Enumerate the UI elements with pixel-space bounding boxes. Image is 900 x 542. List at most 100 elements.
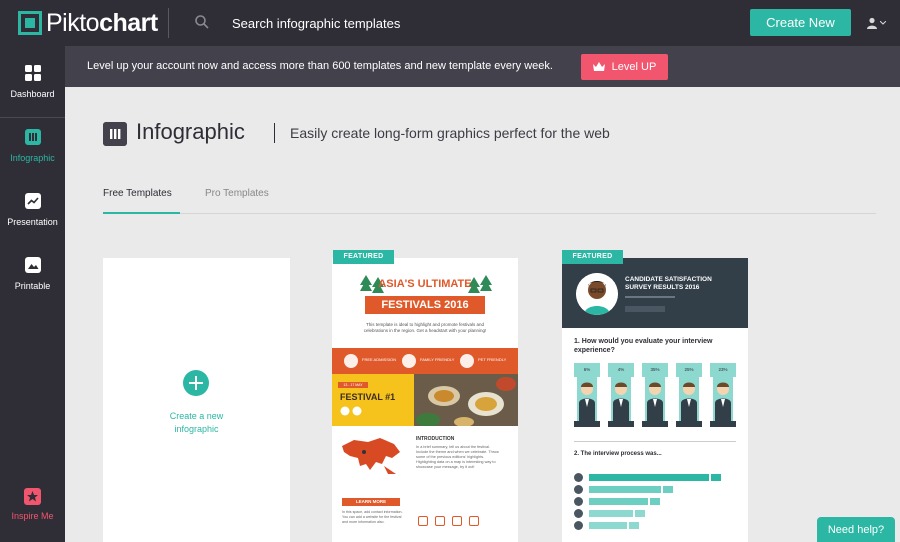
need-help-button[interactable]: Need help? [817,517,895,542]
answer-value-tag [635,510,645,517]
plus-icon [183,370,209,396]
search-input[interactable] [222,12,622,34]
learn-more-label: LEARN MORE [342,498,400,506]
answer-icon [574,509,583,518]
answer-bar [589,510,633,517]
featured-badge: FEATURED [333,250,394,264]
festival-date: 13 - 17 MAY [338,382,368,388]
active-tab-indicator [103,212,180,214]
template-description: This template is ideal to highlight and … [363,322,487,333]
sidebar-item-label: Presentation [7,217,58,227]
upgrade-banner: Level up your account now and access mor… [65,46,900,87]
twitter-icon [435,516,445,526]
template-title-line1: ASIA'S ULTIMATE [378,278,472,290]
infographic-icon [24,129,41,145]
tabs-divider [103,213,876,214]
banner-text: Level up your account now and access mor… [87,60,553,72]
level-up-label: Level UP [611,61,657,73]
rating-value: 4% [608,363,634,377]
chevron-down-icon [880,21,886,25]
rating-stars-icon [710,421,736,427]
search-icon [195,15,209,29]
sidebar-item-presentation[interactable]: Presentation [0,174,65,238]
section-divider [574,441,736,442]
level-up-button[interactable]: Level UP [581,54,668,80]
person-figure-icon [713,377,733,421]
survey-header: CANDIDATE SATISFACTION SURVEY RESULTS 20… [562,258,748,328]
rating-column: 23% [710,363,736,429]
trend-chart-icon [24,193,41,209]
template-card-survey[interactable]: CANDIDATE SATISFACTION SURVEY RESULTS 20… [562,258,748,542]
facebook-icon [418,516,428,526]
template-title-line2: FESTIVALS 2016 [365,296,485,314]
answer-value-tag [711,474,721,481]
tab-free-templates[interactable]: Free Templates [103,188,172,199]
rating-stars-icon [642,421,668,427]
create-new-button[interactable]: Create New [750,9,851,36]
rating-column: 25% [676,363,702,429]
band-item: FAMILY FRIENDLY [420,357,455,362]
piktochart-logo[interactable]: Piktochart [18,8,158,37]
sidebar: Dashboard Infographic Presentation Print… [0,46,65,542]
rating-stars-icon [608,421,634,427]
asia-map [342,438,400,474]
inspire-me-label: Inspire Me [11,511,54,521]
sidebar-item-label: Infographic [10,153,55,163]
survey-divider [625,296,675,298]
rating-value: 35% [642,363,668,377]
answer-value-tag [650,498,660,505]
answer-bar [589,498,648,505]
answer-icon [574,521,583,530]
band-item: PET FRIENDLY [478,357,507,362]
create-new-infographic-card[interactable]: Create a new infographic [103,258,290,542]
festival-panel: 13 - 17 MAY FESTIVAL #1 [332,374,414,426]
rating-value: 25% [676,363,702,377]
survey-logo-placeholder [625,306,665,312]
phone-icon [469,516,479,526]
tab-pro-templates[interactable]: Pro Templates [205,188,269,199]
card-footer [103,533,290,542]
rating-stars-icon [574,421,600,427]
person-avatar [576,273,618,315]
sidebar-item-label: Printable [14,281,51,291]
band-item: FREE ADMISSION [362,357,397,362]
person-figure-icon [645,377,665,421]
festival-name: FESTIVAL #1 [340,392,396,402]
user-menu[interactable] [866,14,890,32]
sidebar-item-dashboard[interactable]: Dashboard [0,46,65,110]
logo-text: Piktochart [46,8,158,37]
answer-value-tag [663,486,673,493]
pet-icon [460,354,474,368]
logo-mark-icon [18,11,42,35]
featured-badge: FEATURED [562,250,623,264]
festival-icons [340,406,362,416]
answer-bar [589,486,661,493]
family-icon [402,354,416,368]
sidebar-item-infographic[interactable]: Infographic [0,110,65,174]
admission-icon [344,354,358,368]
person-figure-icon [577,377,597,421]
page-title: Infographic [136,119,245,144]
infographic-icon [103,122,127,146]
survey-title: CANDIDATE SATISFACTION SURVEY RESULTS 20… [625,276,712,291]
question-1: 1. How would you evaluate your interview… [574,338,713,354]
contact-text: In this space, add contact information. … [342,510,403,524]
rating-columns: 6% 4% 35% 25% 23% [574,363,740,429]
template-card-festivals[interactable]: ASIA'S ULTIMATE FESTIVALS 2016 This temp… [332,258,518,542]
title-divider [274,123,275,143]
answer-icon [574,473,583,482]
answer-bar [589,474,709,481]
person-figure-icon [611,377,631,421]
star-icon [24,488,41,505]
rating-stars-icon [676,421,702,427]
inspire-me-button[interactable]: Inspire Me [0,488,65,542]
top-bar: Piktochart Create New [0,0,900,46]
intro-text: In a brief summary, tell us about the fe… [416,445,499,469]
person-figure-icon [679,377,699,421]
rating-value: 23% [710,363,736,377]
rating-column: 6% [574,363,600,429]
rating-column: 35% [642,363,668,429]
sidebar-item-printable[interactable]: Printable [0,238,65,302]
answer-bar [589,522,627,529]
grid-icon [24,65,41,81]
